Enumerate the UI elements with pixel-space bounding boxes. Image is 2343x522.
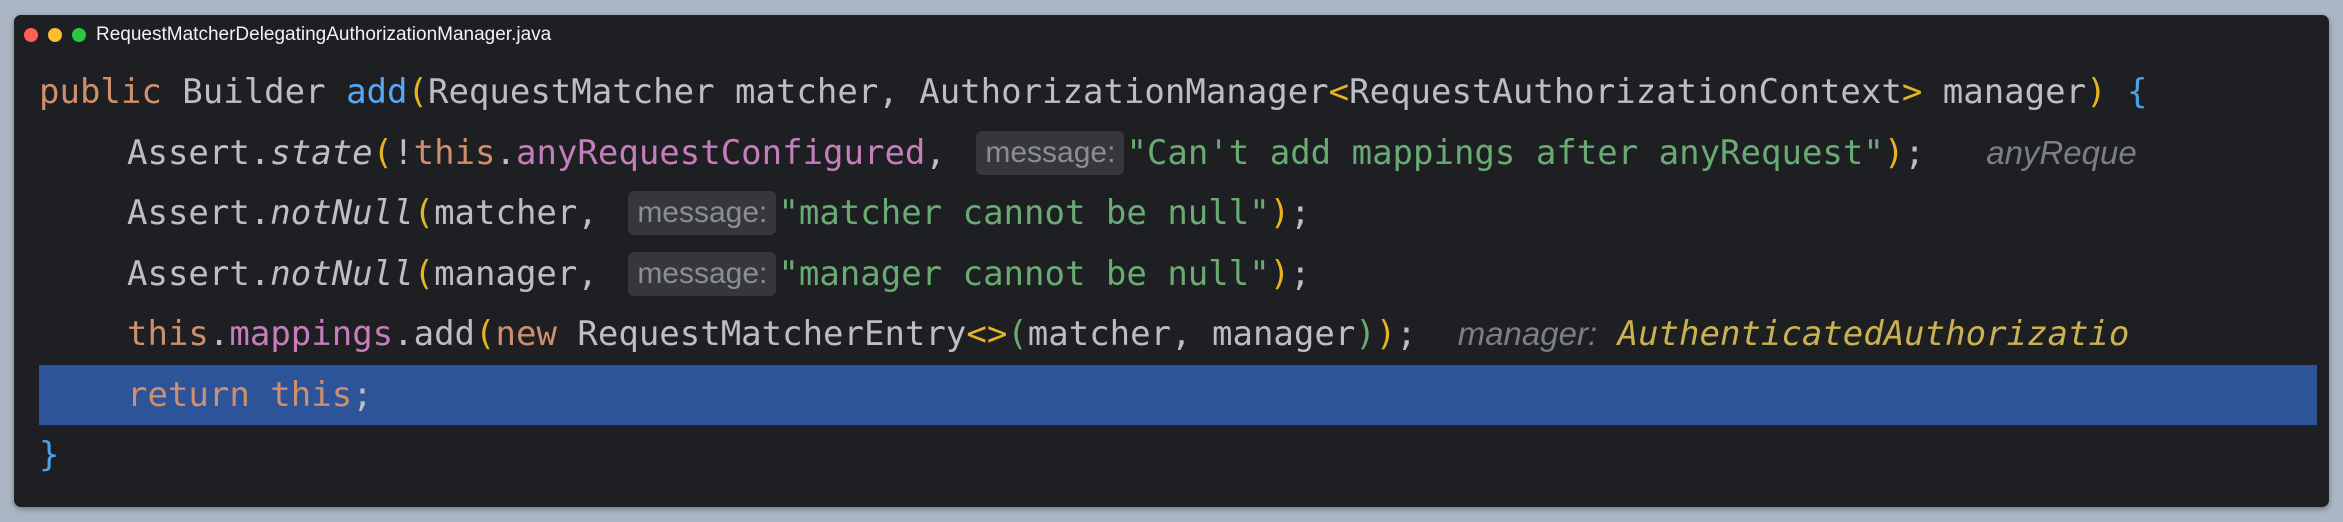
parameter-hint-message: message: xyxy=(628,251,777,296)
parameters: RequestMatcher matcher, AuthorizationMan… xyxy=(427,72,1329,112)
code-line-4[interactable]: Assert.notNull(manager, message: "manager… xyxy=(14,244,2329,305)
assert-class: Assert. xyxy=(127,132,271,173)
paren-open: ( xyxy=(475,314,496,354)
generic-type: RequestAuthorizationContext xyxy=(1349,72,1902,112)
paren-close: ) xyxy=(1269,193,1291,233)
code-editor[interactable]: public Builder add(RequestMatcher matche… xyxy=(14,62,2329,486)
editor-window: RequestMatcherDelegatingAuthorizationMan… xyxy=(14,15,2329,507)
argument: manager, xyxy=(434,253,619,294)
keyword-this: this xyxy=(413,132,496,173)
dot: . xyxy=(495,132,516,173)
keyword-this: this xyxy=(127,314,209,354)
paren-close: ) xyxy=(1269,253,1291,294)
inlay-hint-type: AuthenticatedAuthorizatio xyxy=(1617,314,2130,354)
string-literal: "Can't add mappings after anyRequest" xyxy=(1126,132,1884,173)
keyword-new: new xyxy=(495,314,557,354)
field-any-request-configured: anyRequestConfigured xyxy=(516,132,926,173)
method-not-null: notNull xyxy=(270,253,414,294)
paren-open: ( xyxy=(407,72,428,112)
parameters-rest: manager xyxy=(1922,72,2087,112)
parameter-hint-message: message: xyxy=(628,191,777,235)
minimize-window-button[interactable] xyxy=(48,28,62,42)
return-type: Builder xyxy=(161,72,347,112)
title-bar: RequestMatcherDelegatingAuthorizationMan… xyxy=(14,15,2329,55)
semicolon: ; xyxy=(352,374,373,415)
class-name: RequestMatcherEntry xyxy=(556,314,967,354)
field-mappings: mappings xyxy=(229,314,394,354)
keyword-public: public xyxy=(39,72,162,112)
code-line-6-selected[interactable]: return this; xyxy=(39,364,2317,425)
method-not-null: notNull xyxy=(270,193,414,233)
semicolon: ; xyxy=(1396,314,1417,354)
assert-class: Assert. xyxy=(127,253,271,294)
generic-close: > xyxy=(1901,72,1923,112)
semicolon: ; xyxy=(1290,253,1311,294)
inlay-hint-value: anyReque xyxy=(1986,133,2137,171)
inlay-hint-label: manager: xyxy=(1457,315,1598,352)
diamond-operator: <> xyxy=(966,314,1008,354)
brace-open: { xyxy=(2127,72,2148,112)
code-line-2[interactable]: Assert.state(!this.anyRequestConfigured,… xyxy=(14,123,2329,184)
code-line-7[interactable]: } xyxy=(14,425,2329,486)
paren-open: ( xyxy=(413,253,435,294)
method-state: state xyxy=(270,132,373,173)
code-line-5[interactable]: this.mappings.add(new RequestMatcherEntr… xyxy=(14,304,2329,365)
code-line-1[interactable]: public Builder add(RequestMatcher matche… xyxy=(14,62,2329,123)
close-window-button[interactable] xyxy=(24,28,38,42)
generic-open: < xyxy=(1328,72,1350,112)
string-literal: "matcher cannot be null" xyxy=(778,193,1270,233)
method-name: add xyxy=(346,72,408,112)
paren-close-inner: ) xyxy=(1355,314,1376,354)
code-line-3[interactable]: Assert.notNull(matcher, message: "matcher… xyxy=(14,183,2329,244)
paren-close: ) xyxy=(1883,132,1905,173)
paren-close: ) xyxy=(2086,72,2107,112)
string-literal: "manager cannot be null" xyxy=(778,253,1270,294)
semicolon: ; xyxy=(1290,193,1311,233)
paren-open: ( xyxy=(372,132,394,173)
negation: ! xyxy=(393,132,414,173)
assert-class: Assert. xyxy=(127,193,271,233)
paren-open-inner: ( xyxy=(1007,314,1028,354)
keyword-return: return xyxy=(127,374,250,415)
method-add: .add xyxy=(393,314,476,354)
dot: . xyxy=(208,314,230,354)
semicolon: ; xyxy=(1904,132,1925,173)
brace-close: } xyxy=(39,435,60,475)
paren-open: ( xyxy=(413,193,435,233)
parameter-hint-message: message: xyxy=(976,130,1125,175)
comma: , xyxy=(925,132,967,173)
maximize-window-button[interactable] xyxy=(72,28,86,42)
constructor-args: matcher, manager xyxy=(1027,314,1356,354)
keyword-this: this xyxy=(249,374,353,415)
window-title: RequestMatcherDelegatingAuthorizationMan… xyxy=(96,24,552,45)
paren-close: ) xyxy=(1375,314,1397,354)
argument: matcher, xyxy=(434,193,619,233)
